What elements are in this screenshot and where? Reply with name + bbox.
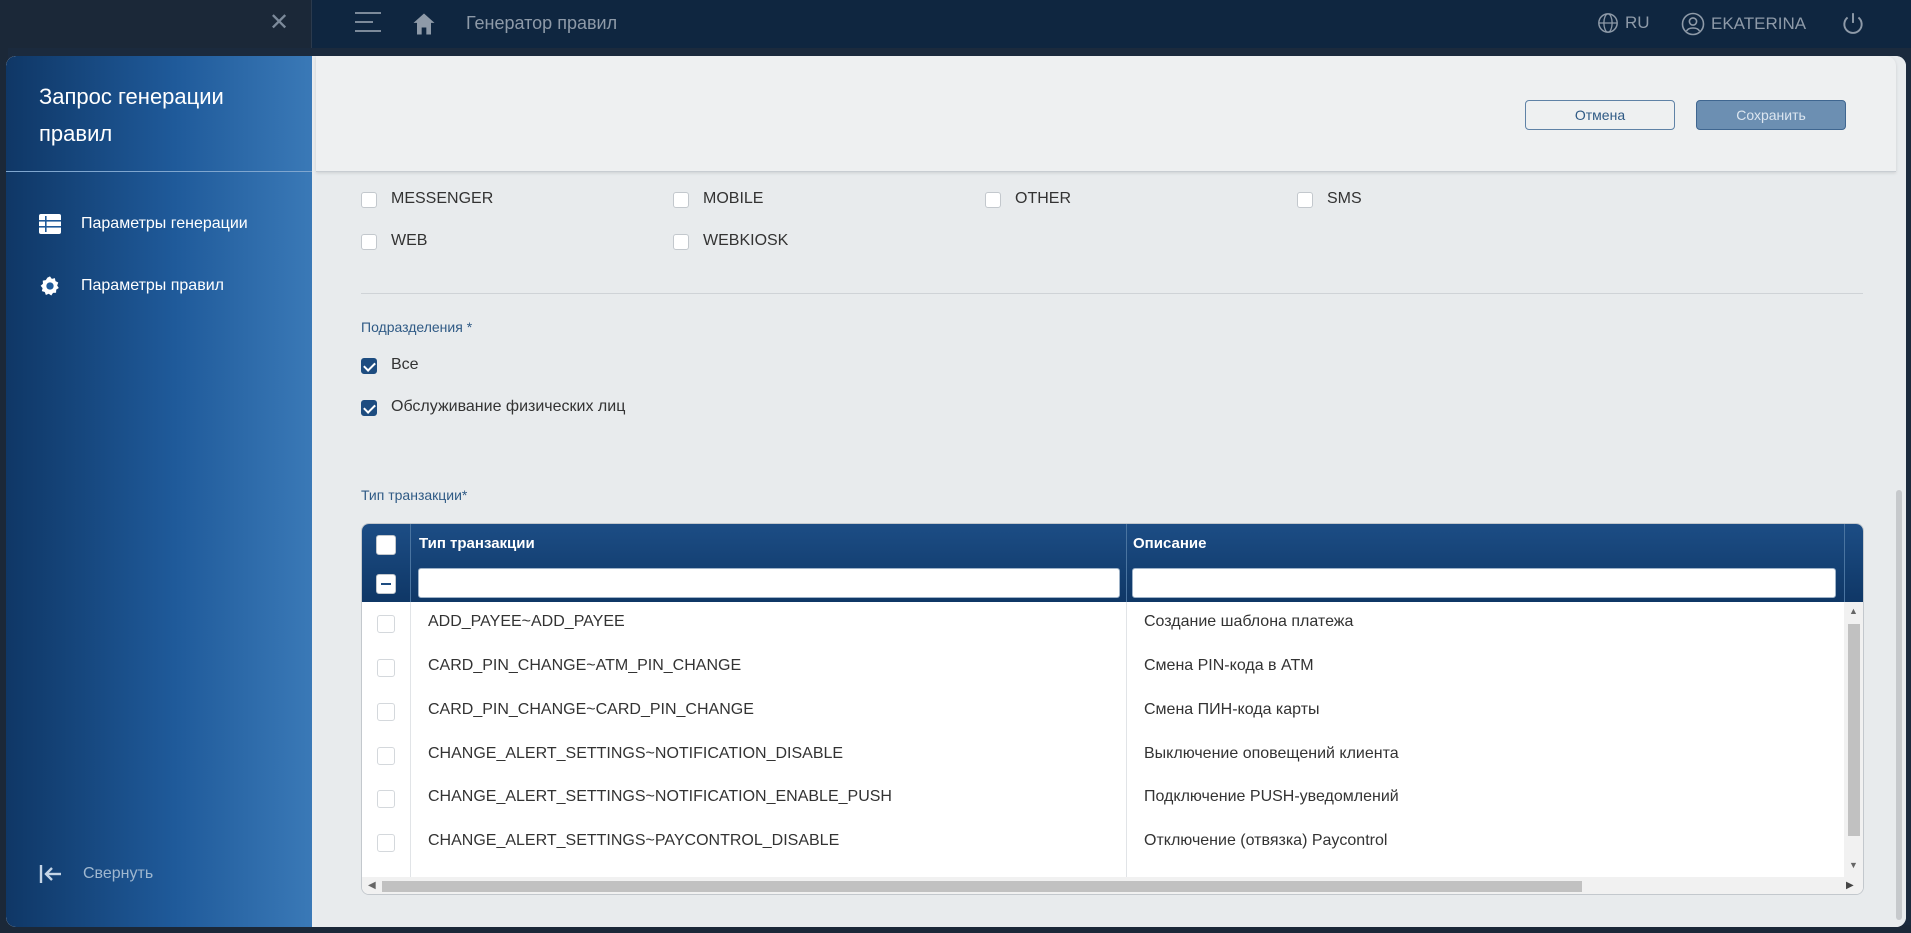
sidebar-item-label: Параметры правил — [81, 277, 224, 294]
cell-type: ADD_PAYEE~ADD_PAYEE — [428, 613, 625, 630]
rule-generation-modal: Запрос генерации правил Параметры генера… — [6, 56, 1906, 927]
type-filter-input[interactable] — [418, 568, 1120, 598]
channel-checkbox-messenger[interactable] — [361, 192, 377, 208]
header-divider — [410, 524, 411, 602]
cell-description: Смена ПИН-кода карты — [1144, 701, 1320, 718]
scroll-down-arrow[interactable]: ▼ — [1849, 860, 1858, 870]
top-left-panel: ✕ — [0, 0, 312, 48]
table-row[interactable]: CARD_PIN_CHANGE~CARD_PIN_CHANGE Смена ПИ… — [362, 690, 1842, 734]
channel-label: SMS — [1327, 190, 1362, 207]
cell-type: CHANGE_ALERT_SETTINGS~NOTIFICATION_ENABL… — [428, 788, 892, 805]
sidebar-item-label: Параметры генерации — [81, 215, 248, 232]
channel-checkbox-web[interactable] — [361, 234, 377, 250]
scroll-left-arrow[interactable]: ◀ — [368, 880, 376, 891]
table-row[interactable]: CHANGE_ALERT_SETTINGS~NOTIFICATION_DISAB… — [362, 734, 1842, 778]
content-scrollbar[interactable] — [1896, 490, 1902, 920]
channel-checkbox-other[interactable] — [985, 192, 1001, 208]
row-checkbox[interactable] — [377, 703, 395, 721]
row-checkbox[interactable] — [377, 790, 395, 808]
division-label: Все — [391, 356, 419, 373]
channel-label: MESSENGER — [391, 190, 494, 207]
select-all-checkbox[interactable] — [376, 535, 396, 555]
cell-type: CHANGE_ALERT_SETTINGS~NOTIFICATION_DISAB… — [428, 745, 844, 762]
table-row[interactable]: CARD_PIN_CHANGE~ATM_PIN_CHANGE Смена PIN… — [362, 646, 1842, 690]
cell-description: Выключение оповещений клиента — [1144, 745, 1399, 762]
column-header-type[interactable]: Тип транзакции — [419, 535, 535, 552]
save-button[interactable]: Сохранить — [1696, 100, 1846, 130]
cell-description: Отключение (отвязка) Paycontrol — [1144, 832, 1388, 849]
scroll-up-arrow[interactable]: ▲ — [1849, 606, 1858, 616]
table-header: Тип транзакции Описание — [362, 524, 1863, 602]
cell-type: CARD_PIN_CHANGE~CARD_PIN_CHANGE — [428, 701, 754, 718]
sidebar-divider — [6, 171, 312, 172]
action-bar: Отмена Сохранить — [316, 56, 1896, 172]
row-checkbox[interactable] — [377, 659, 395, 677]
table-horizontal-scrollbar[interactable]: ◀ ▶ — [362, 877, 1863, 894]
clear-selection-checkbox[interactable] — [376, 574, 396, 594]
division-checkbox-individuals[interactable] — [361, 400, 377, 416]
division-label: Обслуживание физических лиц — [391, 398, 626, 415]
scroll-thumb[interactable] — [382, 881, 1582, 892]
channel-checkbox-webkiosk[interactable] — [673, 234, 689, 250]
channel-label: OTHER — [1015, 190, 1071, 207]
app-title: Генератор правил — [466, 13, 618, 33]
division-checkbox-all[interactable] — [361, 358, 377, 374]
cell-type: CARD_PIN_CHANGE~ATM_PIN_CHANGE — [428, 657, 742, 674]
transaction-type-label: Тип транзакции* — [361, 487, 468, 503]
header-divider — [1126, 524, 1127, 602]
modal-sidebar: Запрос генерации правил Параметры генера… — [6, 56, 312, 927]
table-row[interactable]: ADD_PAYEE~ADD_PAYEE Создание шаблона пла… — [362, 602, 1842, 646]
sidebar-item-rule-params[interactable]: Параметры правил — [39, 275, 224, 297]
row-checkbox[interactable] — [377, 834, 395, 852]
description-filter-input[interactable] — [1132, 568, 1836, 598]
scroll-thumb[interactable] — [1848, 624, 1860, 836]
collapse-sidebar-button[interactable]: Свернуть — [39, 864, 153, 884]
globe-icon — [1598, 13, 1618, 33]
top-app-bar: ✕ Генератор правил RU EKATERINA — [0, 0, 1911, 48]
user-icon — [1681, 12, 1705, 36]
collapse-label: Свернуть — [83, 865, 154, 882]
modal-title: Запрос генерации правил — [39, 84, 224, 146]
user-menu[interactable]: EKATERINA — [1681, 12, 1806, 36]
channel-checkbox-mobile[interactable] — [673, 192, 689, 208]
channel-label: MOBILE — [703, 190, 764, 207]
user-name: EKATERINA — [1711, 14, 1807, 33]
collapse-icon — [39, 865, 61, 883]
cancel-button[interactable]: Отмена — [1525, 100, 1675, 130]
power-icon[interactable] — [1840, 11, 1866, 37]
channel-checkbox-sms[interactable] — [1297, 192, 1313, 208]
modal-content: Отмена Сохранить MESSENGER MOBILE OTHER … — [316, 56, 1906, 927]
table-vertical-scrollbar[interactable]: ▲ ▼ — [1844, 602, 1863, 877]
table-icon — [39, 213, 61, 235]
language-label: RU — [1625, 13, 1650, 32]
row-checkbox[interactable] — [377, 615, 395, 633]
menu-icon[interactable] — [355, 12, 381, 36]
table-row[interactable]: CHANGE_ALERT_SETTINGS~PAYCONTROL_DISABLE… — [362, 821, 1842, 865]
gear-icon — [39, 275, 61, 297]
cell-description: Подключение PUSH-уведомлений — [1144, 788, 1399, 805]
scroll-right-arrow[interactable]: ▶ — [1846, 880, 1854, 891]
section-divider — [361, 293, 1863, 294]
header-divider — [1844, 524, 1845, 602]
language-switch[interactable]: RU — [1597, 12, 1650, 34]
channel-label: WEB — [391, 232, 428, 249]
table-body: ADD_PAYEE~ADD_PAYEE Создание шаблона пла… — [362, 602, 1863, 877]
row-checkbox[interactable] — [377, 747, 395, 765]
table-row[interactable]: CHANGE_ALERT_SETTINGS~NOTIFICATION_ENABL… — [362, 777, 1842, 821]
divisions-label: Подразделения * — [361, 319, 473, 335]
close-icon[interactable]: ✕ — [266, 10, 292, 36]
cell-type: CHANGE_ALERT_SETTINGS~PAYCONTROL_DISABLE — [428, 832, 840, 849]
channel-label: WEBKIOSK — [703, 232, 789, 249]
home-icon[interactable] — [410, 10, 438, 38]
cell-description: Смена PIN-кода в ATM — [1144, 657, 1314, 674]
cell-description: Создание шаблона платежа — [1144, 613, 1354, 630]
column-header-description[interactable]: Описание — [1133, 535, 1206, 552]
transaction-table: Тип транзакции Описание ADD_PAYEE~ADD_PA… — [361, 523, 1864, 895]
sidebar-item-generation-params[interactable]: Параметры генерации — [39, 213, 248, 235]
